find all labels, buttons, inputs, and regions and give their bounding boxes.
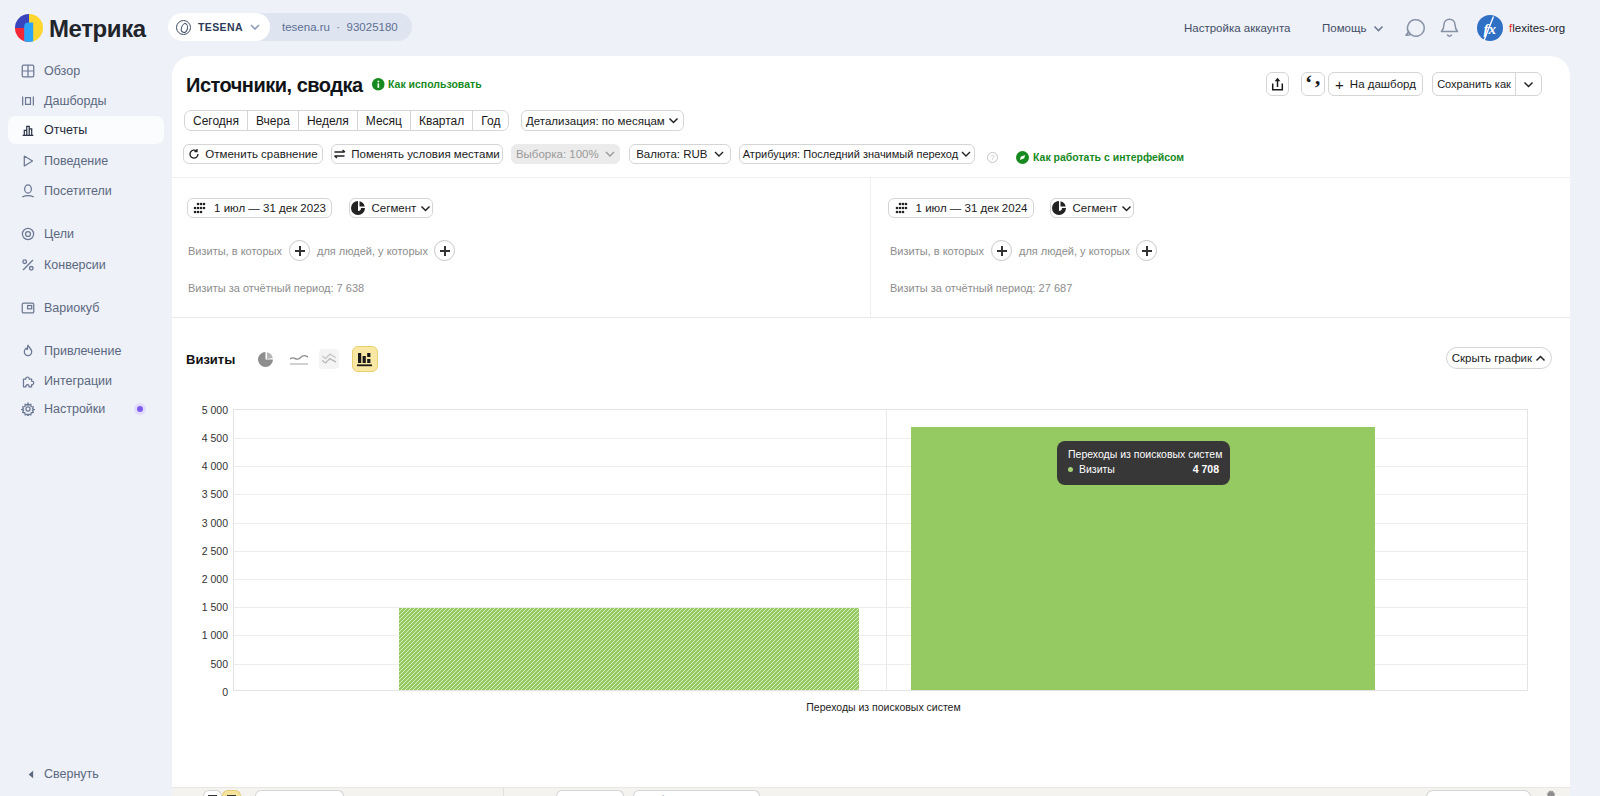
svg-text:fx: fx — [1484, 21, 1497, 37]
